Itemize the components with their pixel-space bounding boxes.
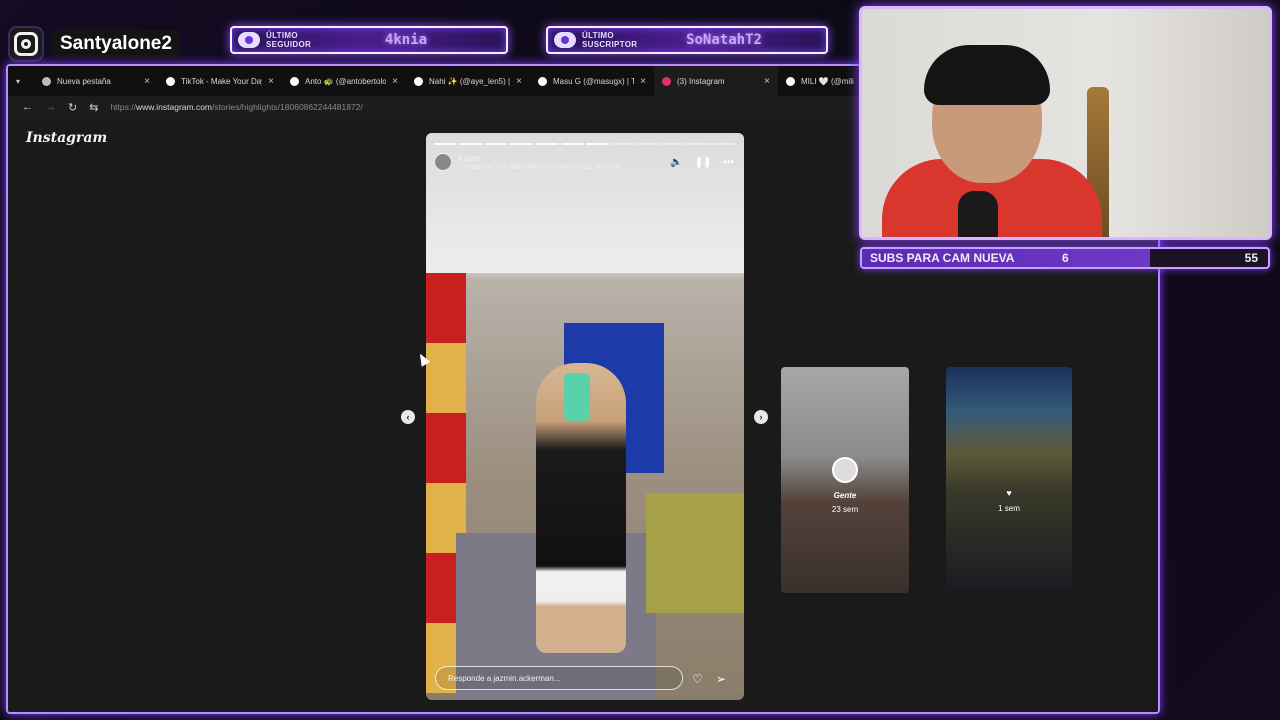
story-header: 4 sem ♫ InstaTrax - Or Nah (Remix) [Inst… (434, 153, 734, 171)
last-follower-value: 4knia (384, 32, 428, 48)
webcam-feed (859, 6, 1272, 240)
microphone (958, 191, 998, 237)
progress-segment (560, 143, 584, 145)
tab-0[interactable]: Nueva pestaña × (34, 66, 158, 96)
avatar[interactable] (434, 153, 452, 171)
like-heart-icon[interactable]: ♡ (692, 672, 703, 686)
preview-time: 1 sem (998, 503, 1020, 513)
channel-name: Santyalone2 (52, 30, 180, 58)
last-follower-label-2: SEGUIDOR (266, 40, 312, 49)
last-subscriber-box: ÚLTIMO SUSCRIPTOR SoNatahT2 (546, 26, 828, 54)
reply-input[interactable]: Responde a jazmin.ackerman... (435, 666, 683, 690)
last-subscriber-value: SoNatahT2 (686, 32, 762, 48)
preview-title: Gente (833, 491, 857, 501)
tiktok-icon (786, 76, 795, 86)
last-follower-box: ÚLTIMO SEGUIDOR 4knia (230, 26, 508, 54)
tab-2[interactable]: Anto 🐢 (@antobertolotti × (282, 66, 406, 96)
next-story-button[interactable]: › (754, 410, 768, 424)
subs-goal-bar: SUBS PARA CAM NUEVA 6 55 (860, 247, 1270, 269)
volume-icon[interactable]: 🔈 (670, 157, 682, 168)
story-progress (434, 143, 736, 145)
story-viewer[interactable]: 4 sem ♫ InstaTrax - Or Nah (Remix) [Inst… (426, 133, 744, 700)
close-icon[interactable]: × (392, 76, 398, 87)
share-send-icon[interactable]: ➢ (716, 672, 726, 686)
tab-3[interactable]: Nahi ✨ (@aye_len5) | Tik× (406, 66, 530, 96)
more-options-icon[interactable]: ••• (723, 157, 734, 168)
progress-segment (484, 143, 508, 145)
instagram-icon (8, 26, 44, 62)
progress-segment (585, 143, 610, 145)
forward-icon[interactable]: → (45, 101, 56, 113)
progress-segment (509, 143, 534, 145)
tab-1[interactable]: TikTok - Make Your Day × (158, 66, 282, 96)
progress-segment (712, 143, 736, 145)
eye-icon (238, 32, 260, 48)
tiktok-icon (290, 76, 299, 86)
tiktok-icon (166, 76, 175, 86)
goal-current: 6 (1062, 251, 1069, 265)
tab-4[interactable]: Masu G (@masugx) | TikTo× (530, 66, 654, 96)
last-subscriber-label-1: ÚLTIMO (582, 31, 614, 40)
progress-segment (661, 143, 686, 145)
chrome-icon (42, 76, 51, 86)
close-icon[interactable]: × (764, 76, 770, 87)
tab-search-icon[interactable]: ▾ (16, 77, 34, 86)
progress-segment (636, 143, 660, 145)
instagram-icon (662, 76, 671, 86)
close-icon[interactable]: × (144, 76, 150, 87)
progress-segment (535, 143, 559, 145)
site-settings-icon[interactable]: ⇆ (89, 101, 98, 114)
reload-icon[interactable]: ↻ (68, 101, 77, 114)
last-follower-label-1: ÚLTIMO (266, 31, 298, 40)
goal-label: SUBS PARA CAM NUEVA (870, 251, 1015, 265)
back-icon[interactable]: ← (22, 101, 33, 113)
tab-5[interactable]: (3) Instagram × (654, 66, 778, 96)
tiktok-icon (538, 76, 547, 86)
previous-story-button[interactable]: ‹ (401, 410, 415, 424)
stream-scene: { "overlay": { "channel_name": "Santyalo… (0, 0, 1280, 720)
story-audio-track[interactable]: ♫ InstaTrax - Or Nah (Remix) [Instrument… (458, 164, 658, 171)
pause-icon[interactable]: ❚❚ (695, 157, 712, 168)
heart-icon: ♥ (1006, 487, 1012, 498)
close-icon[interactable]: × (268, 76, 274, 87)
close-icon[interactable]: × (640, 76, 646, 87)
url-field[interactable]: https://www.instagram.com/stories/highli… (110, 102, 362, 112)
story-time: 4 sem (458, 153, 480, 163)
progress-segment (434, 143, 458, 145)
goal-target: 55 (1244, 251, 1258, 265)
instagram-wordmark[interactable]: Instagram (26, 130, 107, 146)
progress-segment (687, 143, 711, 145)
story-preview-after[interactable]: ♥ 1 sem (946, 367, 1072, 591)
preview-time: 23 sem (831, 504, 859, 514)
tiktok-icon (414, 76, 423, 86)
story-preview-next[interactable]: Gente 23 sem (781, 367, 909, 593)
channel-brand: Santyalone2 (8, 26, 180, 62)
avatar (832, 457, 858, 484)
progress-segment (611, 143, 635, 145)
progress-segment (459, 143, 483, 145)
close-icon[interactable]: × (516, 76, 522, 87)
eye-icon (554, 32, 576, 48)
